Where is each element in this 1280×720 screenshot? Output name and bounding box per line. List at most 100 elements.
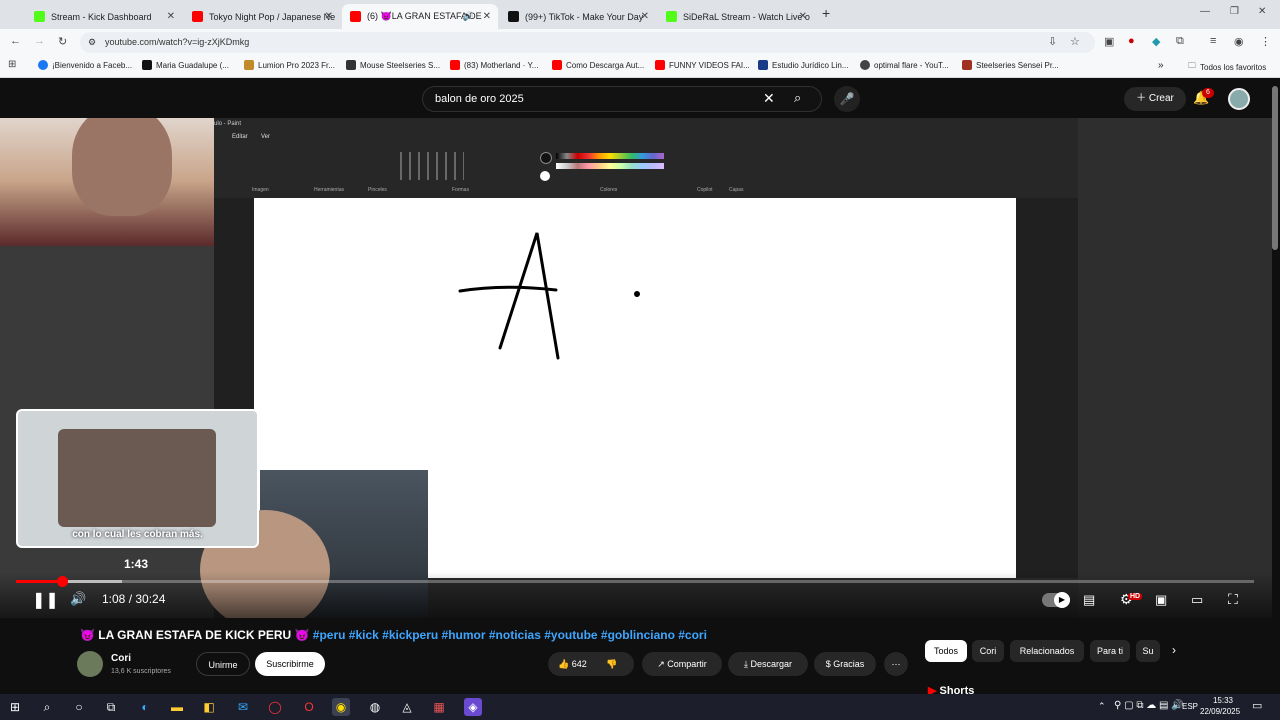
app-icon[interactable]: ◈ [464, 698, 482, 716]
close-tab-icon[interactable]: ✕ [167, 11, 175, 22]
reading-list-icon[interactable]: ≡ [1210, 35, 1216, 47]
notification-center-icon[interactable]: ▭ [1252, 699, 1262, 712]
taskbar-search-icon[interactable]: ⌕ [38, 698, 56, 716]
new-tab-button[interactable]: + [822, 5, 830, 21]
bookmark-item[interactable]: optimal flare - YouT... [860, 60, 949, 70]
extension-icon[interactable]: ▣ [1104, 35, 1114, 48]
tab-gran-estafa[interactable]: (6) 😈LA GRAN ESTAFA DE 🔊 ✕ [342, 4, 498, 29]
like-button[interactable]: 👍 642 👎 [548, 652, 634, 676]
autoplay-toggle[interactable]: ▶ [1042, 592, 1070, 608]
page-scrollbar[interactable] [1272, 86, 1278, 250]
bookmark-item[interactable]: Maria Guadalupe (... [142, 60, 229, 70]
extension-blue-icon[interactable]: ◆ [1152, 35, 1160, 48]
profile-icon[interactable]: ◉ [1234, 35, 1244, 48]
channel-avatar[interactable] [77, 651, 103, 677]
bookmark-item[interactable]: Lumion Pro 2023 Fr... [244, 60, 335, 70]
install-icon[interactable]: ⇩ [1048, 35, 1057, 48]
scrubber-handle[interactable] [56, 576, 68, 587]
subtitles-icon[interactable]: ▤ [1083, 592, 1095, 608]
start-windows-icon[interactable]: ⊞ [6, 698, 24, 716]
theater-mode-icon[interactable]: ▭ [1191, 592, 1203, 608]
more-actions-icon[interactable]: ⋯ [884, 652, 908, 676]
channel-name[interactable]: Cori [111, 653, 131, 664]
forward-icon[interactable]: → [34, 35, 45, 47]
apps-grid-icon[interactable]: ⊞ [8, 59, 16, 70]
all-bookmarks-folder[interactable]: 🗀 Todos los favoritos [1188, 60, 1266, 74]
chip-related[interactable]: Relacionados [1010, 640, 1084, 662]
tab-kick-dashboard[interactable]: Stream - Kick Dashboard ✕ [26, 4, 182, 29]
minimize-button[interactable]: — [1200, 6, 1210, 17]
menu-dots-icon[interactable]: ⋮ [1260, 35, 1271, 48]
tray-chevron-icon[interactable]: ⌃ [1098, 701, 1106, 712]
chip-for-you[interactable]: Para ti [1090, 640, 1130, 662]
bookmark-item[interactable]: Steelseries Sensei Pr... [962, 60, 1059, 70]
share-button[interactable]: ↗ Compartir [642, 652, 722, 676]
bookmark-item[interactable]: Como Descarga Aut... [552, 60, 644, 70]
task-view-icon[interactable]: ⧉ [102, 698, 120, 716]
mail-icon[interactable]: ✉ [234, 698, 252, 716]
chevron-right-icon[interactable]: › [1172, 643, 1176, 657]
bookmark-item[interactable]: Mouse Steelseries S... [346, 60, 440, 70]
bookmark-star-icon[interactable]: ☆ [1070, 35, 1080, 48]
language-indicator[interactable]: ESP [1182, 702, 1198, 711]
opera-icon[interactable]: O [300, 698, 318, 716]
tab-tokyo-night[interactable]: Tokyo Night Pop / Japanese Ne ✕ [184, 4, 340, 29]
cortana-icon[interactable]: ○ [70, 698, 88, 716]
close-window-button[interactable]: ✕ [1258, 6, 1266, 17]
store-icon[interactable]: ◧ [200, 698, 218, 716]
edge-icon[interactable]: ◐ [136, 698, 154, 716]
chrome-icon[interactable]: ◉ [332, 698, 350, 716]
reload-icon[interactable]: ↻ [58, 35, 67, 48]
file-explorer-icon[interactable]: ▬ [168, 698, 186, 716]
site-info-icon[interactable]: ⚙ [88, 32, 96, 53]
paint-group-label: Imagen [252, 187, 269, 193]
more-bookmarks-icon[interactable]: » [1158, 60, 1164, 71]
bookmarks-bar: ⊞ ¡Bienvenido a Faceb... Maria Guadalupe… [0, 56, 1280, 78]
tray-icons[interactable]: ⚲ ▢ ⧉ ☁ ▤ 🔊 [1114, 700, 1184, 711]
search-input[interactable]: balon de oro 2025 [422, 86, 822, 112]
address-bar[interactable]: ⚙ youtube.com/watch?v=ig-zXjKDmkg [80, 32, 1095, 53]
app-icon[interactable]: ◍ [366, 698, 384, 716]
bookmark-item[interactable]: (83) Motherland · Y... [450, 60, 538, 70]
bookmark-item[interactable]: ¡Bienvenido a Faceb... [38, 60, 132, 70]
pause-icon[interactable]: ❚❚ [32, 590, 59, 610]
audio-icon[interactable]: 🔊 [463, 11, 474, 22]
dislike-icon[interactable]: 👎 [606, 652, 617, 676]
close-tab-icon[interactable]: ✕ [325, 11, 333, 22]
bookmark-item[interactable]: Estudio Jurídico Lin... [758, 60, 848, 70]
search-icon[interactable]: ⌕ [794, 90, 801, 106]
video-hashtags[interactable]: #peru #kick #kickperu #humor #noticias #… [313, 628, 707, 642]
volume-icon[interactable]: 🔊 [70, 591, 86, 607]
extension-red-icon[interactable]: ● [1128, 35, 1135, 47]
join-button[interactable]: Unirme [196, 652, 250, 676]
download-button[interactable]: ⤓ Descargar [728, 652, 808, 676]
restore-button[interactable]: ❐ [1230, 6, 1239, 17]
thanks-button[interactable]: $ Gracias [814, 652, 876, 676]
opera-gx-icon[interactable]: ◯ [266, 698, 284, 716]
chip-partial[interactable]: Su [1136, 640, 1160, 662]
like-icon: 👍 [558, 659, 572, 669]
tab-sideral[interactable]: SiDeRaL Stream - Watch Live o ✕ [658, 4, 814, 29]
clear-search-icon[interactable]: ✕ [763, 90, 775, 107]
app-icon[interactable]: ▦ [430, 698, 448, 716]
close-tab-icon[interactable]: ✕ [799, 11, 807, 22]
progress-bar[interactable] [16, 580, 1254, 583]
bookmark-item[interactable]: FUNNY VIDEOS FAI... [655, 60, 750, 70]
miniplayer-icon[interactable]: ▣ [1155, 592, 1167, 608]
avatar[interactable] [1228, 88, 1250, 110]
clock-time[interactable]: 15:33 [1206, 696, 1240, 705]
chip-cori[interactable]: Cori [972, 640, 1004, 662]
tab-tiktok[interactable]: (99+) TikTok - Make Your Day ✕ [500, 4, 656, 29]
chip-all[interactable]: Todos [925, 640, 967, 662]
create-button[interactable]: ＋ Crear [1124, 87, 1186, 111]
clock-date[interactable]: 22/09/2025 [1200, 707, 1240, 716]
tab-strip: Stream - Kick Dashboard ✕ Tokyo Night Pop… [0, 0, 1280, 29]
app-icon[interactable]: ◬ [398, 698, 416, 716]
extensions-puzzle-icon[interactable]: ⧉ [1176, 35, 1184, 48]
close-tab-icon[interactable]: ✕ [483, 11, 491, 22]
fullscreen-icon[interactable]: ⛶ [1228, 591, 1238, 608]
voice-search-icon[interactable]: 🎤 [834, 86, 860, 112]
back-icon[interactable]: ← [10, 35, 21, 47]
close-tab-icon[interactable]: ✕ [641, 11, 649, 22]
subscribe-button[interactable]: Suscribirme [255, 652, 325, 676]
